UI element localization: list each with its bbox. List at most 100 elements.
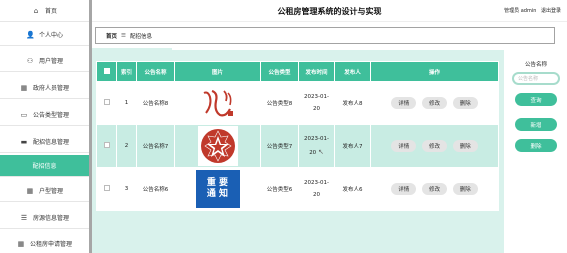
batch-delete-button[interactable]: 删除 — [515, 139, 557, 152]
row-name: 公告名称8 — [136, 81, 175, 125]
edit-button[interactable]: 修改 — [421, 140, 447, 152]
column-header: 发布人 — [334, 61, 371, 82]
sidebar-item-label: 配招信息管理 — [32, 139, 69, 146]
sidebar: ⌂ 首页 👤 个人中心 ⚇ 用户管理 ▦ 政府人员管理 ▭ 公告类型管理 ▬ 配… — [0, 0, 92, 253]
sidebar-item-label: 政府人员管理 — [32, 85, 69, 92]
notice-table: 索引 公告名称 图片 公告类型 发布时间 发布人 操作 1 公告名称8 公告类型… — [96, 61, 499, 211]
select-all-header[interactable] — [96, 61, 117, 82]
user-info: 管理员 admin 退出登录 — [504, 7, 561, 14]
search-button[interactable]: 查询 — [515, 93, 557, 106]
column-header: 图片 — [174, 61, 261, 82]
notice-image-line2: 通 知 — [206, 189, 229, 199]
people-icon: ⚇ — [26, 56, 34, 65]
star-emblem-image — [196, 126, 240, 166]
row-checkbox[interactable] — [103, 142, 110, 148]
column-header: 操作 — [370, 61, 499, 82]
select-all-checkbox[interactable] — [103, 67, 110, 74]
sidebar-item-label: 房源信息管理 — [32, 215, 69, 222]
table-header-row: 索引 公告名称 图片 公告类型 发布时间 发布人 操作 — [96, 61, 499, 82]
sidebar-item-users[interactable]: ⚇ 用户管理 — [0, 50, 89, 72]
breadcrumb-current: 配招信息 — [129, 33, 152, 40]
row-image-cell: 重 要 通 知 — [174, 167, 261, 211]
sidebar-item-label: 用户管理 — [38, 58, 63, 65]
row-index: 3 — [116, 167, 137, 211]
sidebar-item-label: 个人中心 — [38, 32, 63, 39]
row-actions: 详情 修改 删除 — [370, 124, 499, 168]
sidebar-item-label: 首页 — [44, 8, 57, 15]
delete-button[interactable]: 删除 — [452, 140, 478, 152]
column-header: 索引 — [116, 61, 137, 82]
sidebar-item-housing-info[interactable]: ☰ 房源信息管理 — [0, 207, 89, 229]
notice-image-line1: 重 要 — [206, 178, 229, 188]
row-image-cell — [174, 81, 261, 125]
row-image-cell — [174, 124, 261, 168]
row-name: 公告名称6 — [136, 167, 175, 211]
row-select-cell[interactable] — [96, 167, 117, 211]
sliders-icon: ☰ — [20, 213, 28, 222]
monitor-icon: ▭ — [20, 110, 28, 119]
delete-button[interactable]: 删除 — [452, 97, 478, 109]
grid-icon: ▦ — [17, 239, 25, 248]
menu-icon: ☰ — [121, 32, 126, 39]
grid-icon: ▦ — [20, 83, 28, 92]
sidebar-item-recruit-info[interactable]: 配招信息 — [0, 155, 89, 177]
app-title: 公租房管理系统的设计与实现 — [277, 7, 382, 16]
sidebar-item-gov-staff[interactable]: ▦ 政府人员管理 — [0, 77, 89, 99]
row-date: 2023-01- 20 ↖ — [298, 124, 335, 168]
search-input[interactable]: 公告名称 — [512, 72, 560, 85]
sidebar-item-label: 公告类型管理 — [32, 112, 69, 119]
person-icon: 👤 — [25, 30, 35, 39]
grid-icon: ▦ — [26, 186, 34, 195]
row-type: 公告类型7 — [260, 124, 299, 168]
detail-button[interactable]: 详情 — [391, 183, 417, 195]
row-actions: 详情 修改 删除 — [370, 167, 499, 211]
add-button[interactable]: 新增 — [515, 118, 557, 131]
row-publisher: 发布人7 — [334, 124, 371, 168]
breadcrumb: 首页 ☰ 配招信息 — [95, 27, 555, 44]
column-header: 公告名称 — [136, 61, 175, 82]
sidebar-item-label: 公租房申请管理 — [29, 241, 72, 248]
top-header: 公租房管理系统的设计与实现 管理员 admin 退出登录 — [92, 0, 567, 22]
row-select-cell[interactable] — [96, 124, 117, 168]
detail-button[interactable]: 详情 — [391, 97, 417, 109]
row-index: 2 — [116, 124, 137, 168]
search-panel: 公告名称 公告名称 查询 新增 删除 — [508, 60, 564, 160]
row-checkbox[interactable] — [103, 99, 110, 105]
notice-image: 重 要 通 知 — [195, 170, 240, 208]
column-header: 发布时间 — [298, 61, 335, 82]
sidebar-item-home[interactable]: ⌂ 首页 — [0, 0, 89, 22]
edit-button[interactable]: 修改 — [421, 183, 447, 195]
sidebar-item-notice-types[interactable]: ▭ 公告类型管理 — [0, 104, 89, 126]
row-publisher: 发布人6 — [334, 167, 371, 211]
row-type: 公告类型8 — [260, 81, 299, 125]
row-type: 公告类型6 — [260, 167, 299, 211]
search-label: 公告名称 — [524, 62, 547, 68]
row-actions: 详情 修改 删除 — [370, 81, 499, 125]
sidebar-item-label: 配招信息 — [32, 163, 57, 170]
detail-button[interactable]: 详情 — [391, 140, 417, 152]
sidebar-item-house-types[interactable]: ▦ 户型管理 — [0, 180, 89, 202]
delete-button[interactable]: 删除 — [452, 183, 478, 195]
sidebar-item-profile[interactable]: 👤 个人中心 — [0, 24, 89, 46]
calligraphy-image — [196, 84, 240, 122]
row-select-cell[interactable] — [96, 81, 117, 125]
row-date: 2023-01- 20 — [298, 167, 335, 211]
user-label: 管理员 admin — [504, 8, 537, 14]
sidebar-item-applications[interactable]: ▦ 公租房申请管理 — [0, 233, 89, 253]
sidebar-item-recruit-mgmt[interactable]: ▬ 配招信息管理 — [0, 131, 89, 153]
home-icon: ⌂ — [33, 6, 39, 15]
logout-link[interactable]: 退出登录 — [541, 8, 561, 14]
card-icon: ▬ — [20, 137, 28, 146]
edit-button[interactable]: 修改 — [421, 97, 447, 109]
table-row: 1 公告名称8 公告类型8 2023-01- 20 发布人8 详情 修改 删除 — [96, 81, 499, 125]
column-header: 公告类型 — [260, 61, 299, 82]
table-row: 2 公告名称7 公告类型7 2023-01- 20 ↖ 发布人7 详情 修改 删… — [96, 124, 499, 168]
row-publisher: 发布人8 — [334, 81, 371, 125]
row-checkbox[interactable] — [103, 185, 110, 191]
breadcrumb-home[interactable]: 首页 — [106, 32, 117, 40]
row-date: 2023-01- 20 — [298, 81, 335, 125]
sidebar-item-label: 户型管理 — [38, 188, 63, 195]
mouse-cursor-icon: ↖ — [317, 148, 324, 156]
row-name: 公告名称7 — [136, 124, 175, 168]
row-index: 1 — [116, 81, 137, 125]
